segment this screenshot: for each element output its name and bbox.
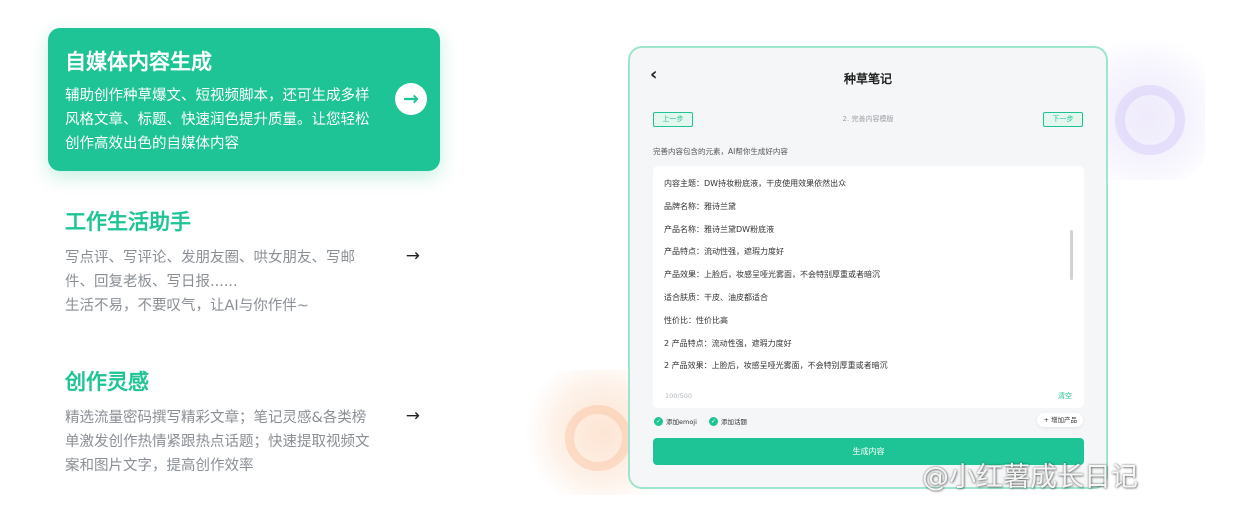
app-header: ‹ 种草笔记 [630, 48, 1106, 104]
feature-description-line: 写点评、写评论、发朋友圈、哄女朋友、写邮件、回复老板、写日报...... [65, 250, 355, 290]
option-label: 添加话题 [721, 418, 747, 426]
feature-card-work-life-assistant[interactable]: 工作生活助手 写点评、写评论、发朋友圈、哄女朋友、写邮件、回复老板、写日报...… [48, 200, 440, 320]
content-template-textarea[interactable]: 内容主题：DW持妆粉底液，干皮使用效果依然出众 品牌名称：雅诗兰黛 产品名称：雅… [653, 166, 1084, 408]
character-counter: 100/500 [665, 392, 693, 400]
next-step-button[interactable]: 下一步 [1043, 112, 1083, 127]
template-field: 内容主题：DW持妆粉底液，干皮使用效果依然出众 [664, 179, 847, 188]
check-icon: ✓ [654, 416, 663, 426]
feature-description-line: 生活不易，不要叹气，让AI与你作伴~ [65, 298, 309, 314]
app-preview-window: ‹ 种草笔记 上一步 2. 完善内容模版 下一步 完善内容包含的元素，AI帮你生… [628, 46, 1108, 489]
scrollbar[interactable] [1070, 230, 1073, 280]
feature-card-media-content[interactable]: 自媒体内容生成 辅助创作种草爆文、短视频脚本，还可生成多样风格文章、标题、快速润… [48, 28, 440, 171]
feature-description: 辅助创作种草爆文、短视频脚本，还可生成多样风格文章、标题、快速润色提升质量。让您… [65, 88, 370, 152]
feature-title: 创作灵感 [65, 370, 149, 394]
feature-title: 自媒体内容生成 [65, 50, 212, 74]
add-topic-checkbox[interactable]: ✓ 添加话题 [709, 416, 747, 426]
arrow-right-icon[interactable]: → [395, 83, 427, 115]
template-field: 产品特点：流动性强，遮瑕力度好 [664, 247, 784, 256]
template-field: 性价比：性价比高 [664, 316, 728, 325]
feature-description: 写点评、写评论、发朋友圈、哄女朋友、写邮件、回复老板、写日报...... 生活不… [65, 246, 375, 318]
step-label: 2. 完善内容模版 [842, 115, 894, 123]
feature-title: 工作生活助手 [65, 210, 191, 234]
app-title: 种草笔记 [843, 72, 892, 86]
arrow-right-icon[interactable]: → [406, 246, 420, 266]
clear-button[interactable]: 清空 [1058, 391, 1072, 401]
option-label: 添加emoji [666, 418, 697, 426]
template-field: 适合肤质：干皮、油皮都适合 [664, 293, 768, 302]
template-field: 产品效果：上脸后，妆感呈哑光雾面，不会特别厚重或者暗沉 [664, 270, 880, 279]
template-field: 2 产品效果：上脸后，妆感呈哑光雾面，不会特别厚重或者暗沉 [664, 361, 888, 370]
template-field: 2 产品特点：流动性强，遮瑕力度好 [664, 339, 792, 348]
watermark: @小红薯成长日记 [922, 462, 1138, 493]
template-field: 品牌名称：雅诗兰黛 [664, 202, 736, 211]
arrow-right-icon[interactable]: → [406, 406, 420, 426]
add-emoji-checkbox[interactable]: ✓ 添加emoji [654, 416, 697, 426]
feature-description: 精选流量密码撰写精彩文章；笔记灵感&各类榜单激发创作热情紧跟热点话题；快速提取视… [65, 410, 370, 474]
add-product-button[interactable]: + 增加产品 [1037, 413, 1083, 427]
feature-card-creative-inspiration[interactable]: 创作灵感 精选流量密码撰写精彩文章；笔记灵感&各类榜单激发创作热情紧跟热点话题；… [48, 360, 440, 480]
hint-text: 完善内容包含的元素，AI帮你生成好内容 [653, 147, 788, 156]
check-icon: ✓ [709, 416, 718, 426]
template-field: 产品名称：雅诗兰黛DW粉底液 [664, 225, 775, 234]
